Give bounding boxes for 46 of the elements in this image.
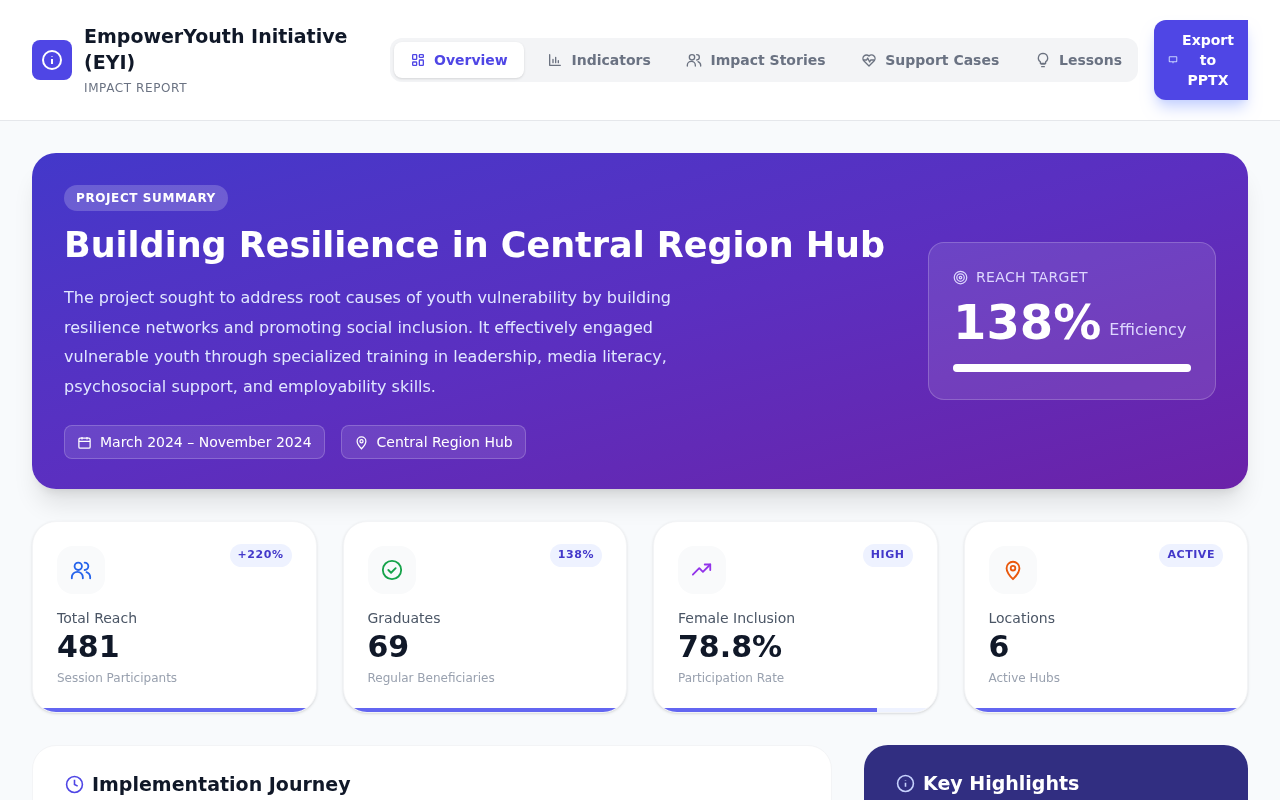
info-icon <box>896 773 915 793</box>
bar-chart-icon <box>547 52 564 68</box>
stat-caption: Active Hubs <box>988 670 1061 687</box>
location-chip: Central Region Hub <box>340 425 526 459</box>
clock-icon <box>65 774 84 794</box>
stat-badge: ACTIVE <box>1159 544 1223 567</box>
target-unit: Efficiency <box>1109 319 1187 341</box>
hero-title: Building Resilience in Central Region Hub <box>64 224 885 267</box>
nav-tab[interactable]: Indicators <box>535 42 663 78</box>
app-title: EmpowerYouth Initiative (EYI) <box>84 24 349 75</box>
export-button[interactable]: Export to PPTX <box>1154 20 1248 100</box>
stat-value: 481 <box>57 629 121 665</box>
stat-caption: Participation Rate <box>678 670 786 687</box>
stat-label: Locations <box>988 609 1056 628</box>
nav-tab[interactable]: Lessons <box>1022 42 1134 78</box>
stat-value: 78.8% <box>678 629 784 665</box>
nav-tab[interactable]: Impact Stories <box>674 42 838 78</box>
check-circle-icon <box>380 559 403 581</box>
app-subtitle: IMPACT REPORT <box>84 80 189 97</box>
hero-description: The project sought to address root causes of youth vulnerability by building resilience networks and promoting social inclusion. It effectively engaged vulnerable youth through specialized training in leadership, media literacy, psychosocial support, and employability skills. <box>64 287 672 398</box>
stat-label: Total Reach <box>57 609 138 628</box>
users-icon <box>686 52 703 68</box>
target-value: 138% <box>953 293 1102 352</box>
section-badge: PROJECT SUMMARY <box>64 185 228 211</box>
calendar-icon <box>77 434 92 450</box>
stat-caption: Regular Beneficiaries <box>367 670 496 687</box>
nav-tab[interactable]: Support Cases <box>849 42 1012 78</box>
section-title: Key Highlights <box>923 771 1080 796</box>
stat-value: 69 <box>367 629 411 665</box>
grid-icon <box>410 52 426 68</box>
stat-badge: HIGH <box>862 544 913 567</box>
users-icon <box>70 559 92 581</box>
stat-value: 6 <box>988 629 1011 665</box>
stat-badge: +220% <box>229 544 292 567</box>
stat-label: Graduates <box>367 609 442 628</box>
target-label: REACH TARGET <box>976 268 1088 287</box>
date-range-chip: March 2024 – November 2024 <box>64 425 325 459</box>
presentation-icon <box>1168 55 1178 65</box>
nav-tab[interactable]: Overview <box>394 42 524 78</box>
logo-icon <box>32 40 72 80</box>
section-title: Implementation Journey <box>92 772 351 797</box>
stat-caption: Session Participants <box>57 670 179 687</box>
heart-pulse-icon <box>861 52 878 68</box>
target-icon <box>953 270 968 285</box>
stat-badge: 138% <box>549 544 602 567</box>
stat-label: Female Inclusion <box>678 609 797 628</box>
